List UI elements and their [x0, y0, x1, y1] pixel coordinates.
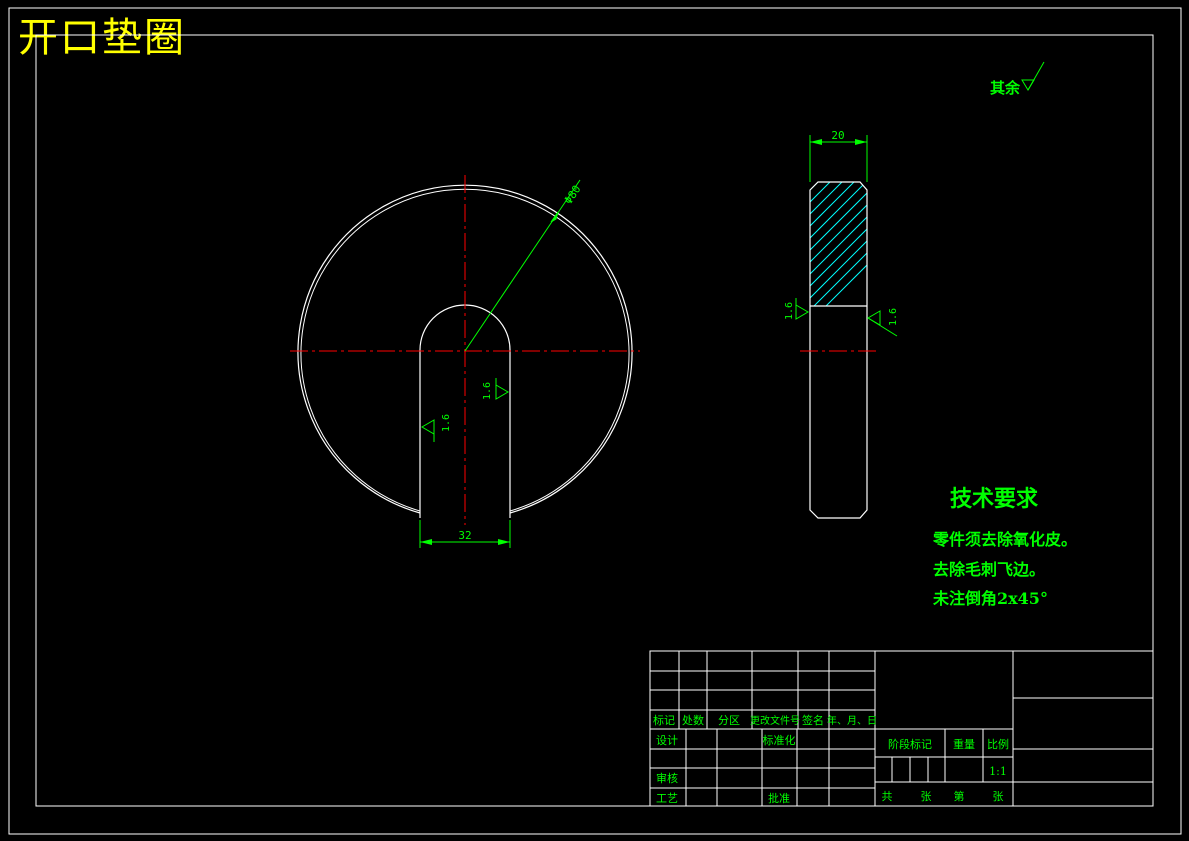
slot-dim-arrow-right — [498, 539, 510, 545]
roughness-symbol-left — [421, 419, 435, 435]
slot-width-label: 32 — [458, 529, 471, 542]
title-block-text: 标记 处数 分区 更改文件号 签名 年、月、日 设计 标准化 阶段标记 重量 比… — [653, 713, 1009, 805]
tech-item-1: 零件须去除氧化皮。 — [932, 530, 1077, 549]
tech-item-2: 去除毛刺飞边。 — [933, 560, 1045, 579]
tb-review: 审核 — [656, 771, 678, 785]
side-view: 20 1.6 1.6 — [784, 129, 899, 519]
front-view: Φ80 32 1.6 1.6 — [290, 175, 640, 548]
side-outline — [809, 181, 868, 519]
tb-scale-value: 1:1 — [989, 765, 1007, 778]
tb-sheet-unit: 张 — [921, 790, 932, 803]
tb-sheet-total: 共 — [882, 790, 893, 803]
tb-design: 设计 — [656, 734, 678, 747]
outer-frame — [8, 7, 1182, 835]
cad-drawing: Φ80 32 1.6 1.6 20 1.6 1.6 其余 技术要求 零件须去除氧… — [8, 7, 1182, 835]
tb-approve: 批准 — [768, 791, 790, 805]
diameter-arrow — [550, 211, 559, 223]
surface-note: 其余 — [990, 79, 1021, 97]
side-roughness-left — [795, 304, 809, 320]
tb-sheet-unit: 张 — [993, 790, 1004, 803]
tb-rev-header: 标记 — [653, 713, 675, 727]
tb-stage: 阶段标记 — [888, 737, 932, 751]
side-roughness-label-right: 1.6 — [888, 308, 899, 326]
tb-standard: 标准化 — [763, 733, 796, 747]
tb-sheet-no: 第 — [954, 789, 965, 803]
tb-weight: 重量 — [953, 737, 975, 751]
tb-scale-label: 比例 — [987, 737, 1009, 751]
roughness-label-left: 1.6 — [441, 414, 452, 432]
tb-process: 工艺 — [656, 792, 678, 805]
roughness-label-right: 1.6 — [482, 382, 493, 400]
diameter-leader — [464, 179, 581, 352]
side-roughness-label-left: 1.6 — [784, 302, 795, 320]
tech-item-3: 未注倒角2x45° — [932, 589, 1048, 608]
tb-rev-header: 更改文件号 — [750, 714, 800, 727]
tech-heading: 技术要求 — [950, 486, 1038, 512]
inner-frame — [35, 34, 1154, 807]
tb-rev-header: 处数 — [682, 714, 704, 727]
side-roughness-right — [867, 310, 881, 326]
tb-rev-header: 分区 — [718, 714, 740, 727]
tb-rev-header: 年、月、日 — [827, 714, 877, 727]
roughness-symbol-right — [495, 384, 509, 400]
slot-dim-arrow-left — [420, 539, 432, 545]
surface-roughness-icon — [1021, 79, 1035, 91]
title-block — [649, 650, 1154, 807]
width-label: 20 — [831, 129, 844, 142]
tb-rev-header: 签名 — [802, 713, 824, 727]
